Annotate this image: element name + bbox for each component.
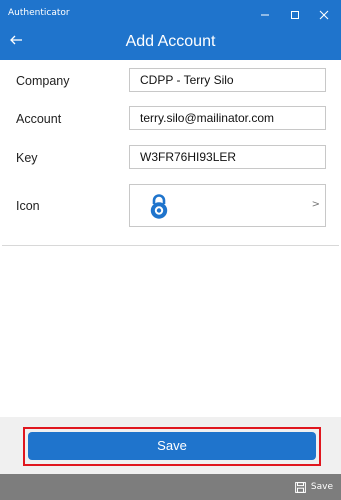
floppy-disk-icon [295,481,306,493]
page-title: Add Account [125,33,216,50]
window-title: Authenticator [8,8,70,18]
title-bar: Authenticator [0,0,341,29]
divider [2,245,339,246]
account-label: Account [16,112,62,126]
appbar-save-label: Save [310,482,333,492]
save-button[interactable]: Save [28,432,316,460]
lock-icon [150,194,168,219]
minimize-icon [261,14,269,15]
appbar-save-button[interactable]: Save [295,480,333,494]
key-field[interactable]: W3FR76HI93LER [129,145,326,169]
close-icon [319,10,329,19]
chevron-right-icon: > [311,199,320,210]
bottom-app-bar: Save [0,474,341,500]
account-field[interactable]: terry.silo@mailinator.com [129,106,326,130]
key-label: Key [16,151,38,165]
close-button[interactable] [307,0,341,29]
company-field[interactable]: CDPP - Terry Silo [129,68,326,92]
minimize-button[interactable] [248,0,282,29]
maximize-icon [291,10,299,19]
company-label: Company [16,74,70,88]
account-form: Company CDPP - Terry Silo Account terry.… [0,60,341,417]
icon-picker[interactable]: > [129,184,326,227]
page-header: Add Account [0,29,341,60]
icon-label: Icon [16,199,40,213]
